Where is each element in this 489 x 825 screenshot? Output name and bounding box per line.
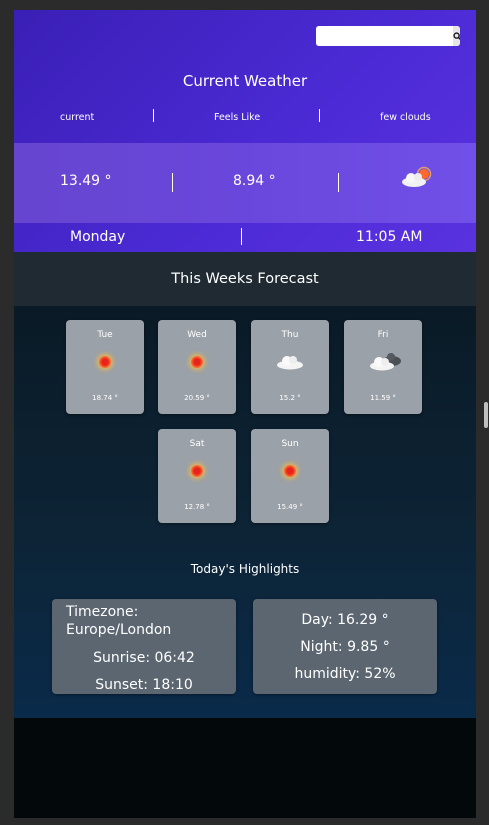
night-temp-text: Night: 9.85 ° — [300, 639, 390, 655]
dark-cloud-icon — [369, 350, 401, 374]
current-labels-row: current Feels Like few clouds — [14, 109, 476, 124]
day-time-row: Monday 11:05 AM — [14, 223, 476, 252]
cloud-icon — [276, 350, 304, 374]
forecast-day: Tue — [97, 330, 113, 340]
forecast-card-thu: Thu 15.2 ° — [251, 320, 329, 414]
forecast-day: Wed — [187, 330, 207, 340]
forecast-card-sun: Sun 15.49 ° — [251, 429, 329, 523]
divider — [241, 228, 242, 245]
sun-icon — [276, 459, 304, 483]
humidity-text: humidity: 52% — [294, 666, 396, 682]
forecast-day: Sat — [189, 439, 205, 449]
condition-label: few clouds — [380, 112, 431, 123]
forecast-temp: 15.2 ° — [279, 394, 301, 402]
app-frame: Current Weather current Feels Like few c… — [14, 10, 476, 818]
divider — [338, 173, 339, 192]
sun-icon — [183, 459, 211, 483]
forecast-temp: 12.78 ° — [184, 503, 210, 511]
forecast-card-sat: Sat 12.78 ° — [158, 429, 236, 523]
search-button[interactable] — [453, 26, 460, 46]
temperature-band: 13.49 ° 8.94 ° — [14, 143, 476, 223]
time-label: 11:05 AM — [356, 229, 423, 245]
sunset-text: Sunset: 18:10 — [95, 677, 193, 693]
search-input[interactable] — [316, 26, 453, 46]
current-weather-panel: Current Weather current Feels Like few c… — [14, 10, 476, 252]
sun-icon — [91, 350, 119, 374]
forecast-panel: Tue 18.74 ° Wed 20.59 ° Thu 15.2 ° Fri 1… — [14, 306, 476, 718]
forecast-temp: 18.74 ° — [92, 394, 118, 402]
day-temp-text: Day: 16.29 ° — [301, 612, 389, 628]
forecast-card-fri: Fri 11.59 ° — [344, 320, 422, 414]
forecast-card-tue: Tue 18.74 ° — [66, 320, 144, 414]
divider — [319, 109, 320, 122]
day-label: Monday — [70, 229, 126, 245]
highlights-sun-card: Timezone: Europe/London Sunrise: 06:42 S… — [52, 599, 236, 694]
highlights-temp-card: Day: 16.29 ° Night: 9.85 ° humidity: 52% — [253, 599, 437, 694]
forecast-temp: 15.49 ° — [277, 503, 303, 511]
forecast-day: Fri — [377, 330, 389, 340]
forecast-day: Thu — [281, 330, 299, 340]
forecast-heading: This Weeks Forecast — [14, 252, 476, 306]
few-clouds-icon — [400, 165, 434, 191]
resize-handle[interactable] — [484, 402, 488, 428]
feels-like-label: Feels Like — [214, 112, 261, 123]
search-icon — [453, 29, 460, 44]
timezone-text: Timezone: Europe/London — [66, 604, 172, 638]
highlights-heading: Today's Highlights — [190, 562, 300, 576]
divider — [172, 173, 173, 192]
sun-icon — [183, 350, 211, 374]
feels-like-temp: 8.94 ° — [233, 173, 276, 189]
sunrise-text: Sunrise: 06:42 — [93, 650, 195, 666]
current-label: current — [60, 112, 95, 123]
current-temp: 13.49 ° — [60, 173, 112, 189]
forecast-card-wed: Wed 20.59 ° — [158, 320, 236, 414]
forecast-temp: 20.59 ° — [184, 394, 210, 402]
forecast-temp: 11.59 ° — [370, 394, 396, 402]
current-weather-title: Current Weather — [182, 72, 308, 90]
divider — [153, 109, 154, 122]
search-bar — [316, 26, 460, 46]
forecast-day: Sun — [281, 439, 299, 449]
